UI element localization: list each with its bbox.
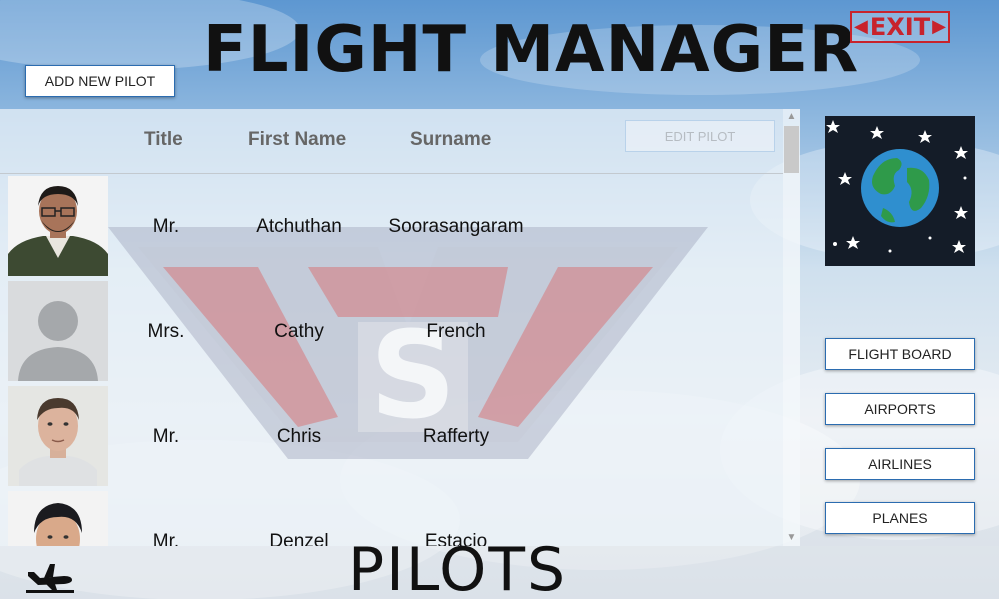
cell-title: Mr.	[152, 531, 180, 546]
exit-button[interactable]: ◀ EXIT ▶	[850, 11, 950, 43]
scroll-up-arrow-icon[interactable]: ▲	[783, 109, 800, 125]
column-header-surname[interactable]: Surname	[410, 129, 491, 151]
cell-first-name: Denzel	[269, 531, 329, 546]
exit-label: EXIT	[869, 13, 931, 41]
exit-left-arrow-icon: ◀	[854, 16, 868, 37]
vertical-scrollbar[interactable]: ▲ ▼	[783, 109, 800, 546]
table-row[interactable]: Mrs. Cathy French	[0, 281, 783, 386]
table-header: Title First Name Surname EDIT PILOT	[0, 109, 783, 174]
pilot-list-panel: S Title First Name Surname EDIT PILOT Mr…	[0, 109, 800, 546]
column-header-first-name[interactable]: First Name	[248, 129, 346, 151]
pilot-photo	[8, 386, 108, 486]
cell-title: Mrs.	[147, 321, 185, 342]
page-title: PILOTS	[348, 535, 568, 599]
plane-departure-icon[interactable]	[24, 556, 76, 594]
cell-title: Mr.	[152, 426, 180, 447]
app-title: FLIGHT MANAGER	[203, 13, 860, 87]
cell-surname: French	[426, 321, 486, 342]
table-row[interactable]: Mr. Chris Rafferty	[0, 386, 783, 491]
scroll-thumb[interactable]	[784, 126, 799, 173]
earth-globe-icon	[825, 116, 975, 266]
cell-first-name: Chris	[276, 426, 322, 447]
pilot-photo	[8, 176, 108, 276]
cell-surname: Rafferty	[422, 426, 490, 447]
scroll-down-arrow-icon[interactable]: ▼	[783, 530, 800, 546]
pilot-photo	[8, 491, 108, 546]
edit-pilot-button[interactable]: EDIT PILOT	[625, 120, 775, 152]
add-new-pilot-button[interactable]: ADD NEW PILOT	[25, 65, 175, 97]
cell-surname: Soorasangaram	[388, 216, 524, 237]
cell-first-name: Cathy	[274, 321, 324, 342]
exit-right-arrow-icon: ▶	[932, 16, 946, 37]
airlines-button[interactable]: AIRLINES	[825, 448, 975, 480]
cell-first-name: Atchuthan	[256, 216, 342, 237]
column-header-title[interactable]: Title	[144, 129, 183, 151]
table-row[interactable]: Mr. Atchuthan Soorasangaram	[0, 176, 783, 281]
airports-button[interactable]: AIRPORTS	[825, 393, 975, 425]
flight-board-button[interactable]: FLIGHT BOARD	[825, 338, 975, 370]
placeholder-person-icon	[8, 281, 108, 381]
cell-title: Mr.	[152, 216, 180, 237]
planes-button[interactable]: PLANES	[825, 502, 975, 534]
